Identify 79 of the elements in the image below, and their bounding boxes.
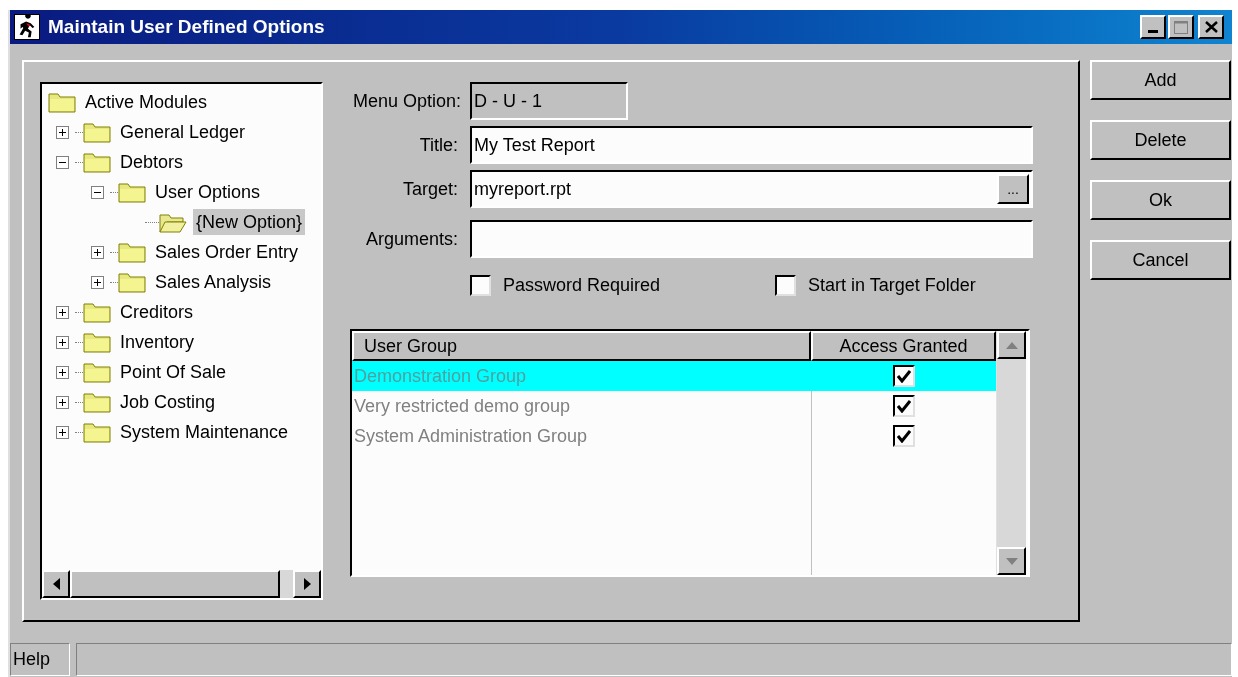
folder-icon <box>118 181 146 203</box>
down-arrow-icon <box>1005 557 1018 565</box>
right-arrow-icon <box>303 578 311 590</box>
tree-item[interactable]: Active Modules <box>82 89 211 115</box>
checkbox[interactable] <box>892 395 915 417</box>
folder-icon <box>83 301 111 323</box>
expand-box[interactable] <box>91 275 104 289</box>
dialog-button[interactable]: Ok <box>1090 180 1231 220</box>
tree-item[interactable]: General Ledger <box>117 119 249 145</box>
minimize-button[interactable] <box>1140 15 1166 39</box>
close-icon <box>1204 21 1218 33</box>
close-button[interactable] <box>1198 15 1224 39</box>
column-header[interactable]: User Group <box>352 331 811 361</box>
collapse-box[interactable] <box>91 185 104 199</box>
tree-item[interactable]: {New Option} <box>193 209 306 235</box>
expand-box[interactable] <box>56 365 69 379</box>
scroll-right-button[interactable] <box>293 570 321 598</box>
minimize-icon <box>1148 30 1158 33</box>
browse-button[interactable]: ... <box>997 174 1029 204</box>
help-status-pane: Help <box>10 643 70 676</box>
horizontal-scrollbar[interactable] <box>42 570 321 598</box>
maximize-icon <box>1174 20 1188 34</box>
tree-item[interactable]: System Maintenance <box>117 419 292 445</box>
checkbox[interactable] <box>775 275 797 296</box>
scroll-down-button[interactable] <box>997 547 1026 575</box>
folder-icon <box>83 121 111 143</box>
expand-box[interactable] <box>56 395 69 409</box>
up-arrow-icon <box>1005 341 1018 349</box>
scroll-left-button[interactable] <box>42 570 70 598</box>
tree-item[interactable]: User Options <box>152 179 264 205</box>
collapse-box[interactable] <box>56 155 69 169</box>
left-arrow-icon <box>52 578 60 590</box>
vertical-scrollbar[interactable] <box>996 331 1026 575</box>
tree-item[interactable]: Sales Analysis <box>152 269 275 295</box>
maximize-button[interactable] <box>1168 15 1194 39</box>
running-figure-icon <box>14 14 40 40</box>
checkbox-label: Password Required <box>503 274 661 297</box>
table-cell-text: Demonstration Group <box>353 364 528 388</box>
field-label: Arguments: <box>364 227 458 251</box>
folder-icon <box>118 271 146 293</box>
expand-box[interactable] <box>56 335 69 349</box>
dialog-button[interactable]: Cancel <box>1090 240 1231 280</box>
tree-item[interactable]: Sales Order Entry <box>152 239 302 265</box>
folder-icon <box>83 421 111 443</box>
table-row[interactable]: Very restricted demo group <box>352 391 996 421</box>
tree-item[interactable]: Point Of Sale <box>117 359 230 385</box>
expand-box[interactable] <box>56 305 69 319</box>
open-folder-icon <box>159 211 187 233</box>
column-header[interactable]: Access Granted <box>811 331 996 361</box>
expand-box[interactable] <box>56 425 69 439</box>
checkbox[interactable] <box>892 425 915 447</box>
scroll-up-button[interactable] <box>997 331 1026 359</box>
folder-icon <box>48 91 76 113</box>
folder-icon <box>118 241 146 263</box>
folder-icon <box>83 361 111 383</box>
table-cell-text: Very restricted demo group <box>353 394 572 418</box>
scroll-thumb[interactable] <box>70 570 280 598</box>
field-label: Menu Option: <box>353 89 458 113</box>
folder-icon <box>83 391 111 413</box>
tree-item[interactable]: Debtors <box>117 149 187 175</box>
dialog-button[interactable]: Delete <box>1090 120 1231 160</box>
table-row[interactable]: System Administration Group <box>352 421 996 451</box>
tree-item[interactable]: Creditors <box>117 299 197 325</box>
expand-box[interactable] <box>56 125 69 139</box>
expand-box[interactable] <box>91 245 104 259</box>
table-cell-text: System Administration Group <box>353 424 589 448</box>
checkbox[interactable] <box>470 275 491 296</box>
field-label: Target: <box>401 177 458 201</box>
window-title: Maintain User Defined Options <box>48 14 326 39</box>
field-label: Title: <box>418 133 458 157</box>
checkbox[interactable] <box>892 365 915 387</box>
tree-item[interactable]: Inventory <box>117 329 198 355</box>
folder-icon <box>83 331 111 353</box>
input-field[interactable]: My Test Report <box>470 126 1033 164</box>
input-field[interactable] <box>470 220 1033 258</box>
dialog-button[interactable]: Add <box>1090 60 1231 100</box>
tree-item[interactable]: Job Costing <box>117 389 219 415</box>
folder-icon <box>83 151 111 173</box>
checkbox-label: Start in Target Folder <box>808 274 976 297</box>
